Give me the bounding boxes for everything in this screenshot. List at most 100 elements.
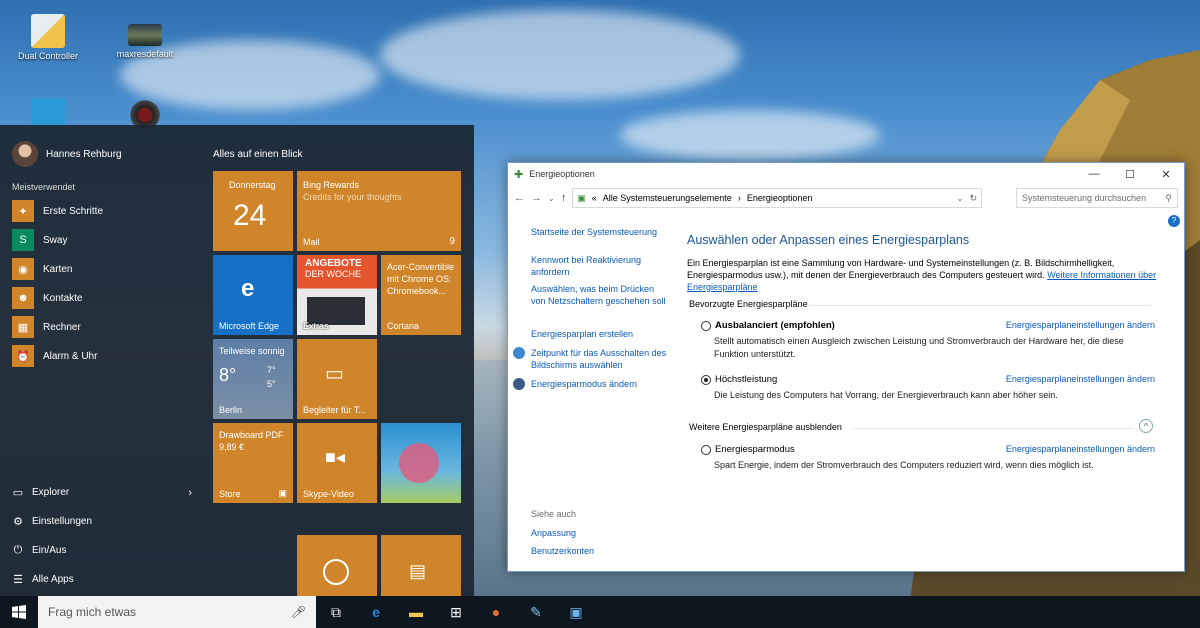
bottom-label: Einstellungen [32, 516, 93, 527]
tile-store[interactable]: Drawboard PDF 9,89 € Store ▣ [213, 423, 293, 503]
change-plan-link[interactable]: Energiesparplaneinstellungen ändern [1006, 374, 1155, 384]
phone-laptop-icon: ▭ [325, 363, 344, 385]
plan-description: Spart Energie, indem der Stromverbrauch … [714, 460, 1094, 470]
plan-description: Stellt automatisch einen Ausgleich zwisc… [714, 336, 1124, 359]
tile-label: Begleiter für T... [303, 405, 366, 415]
store-icon[interactable]: ⊞ [436, 596, 476, 628]
edge-icon[interactable]: e [356, 596, 396, 628]
maps-pin-icon[interactable]: ● [476, 596, 516, 628]
tile-movies[interactable]: ▤ [381, 535, 461, 596]
start-alle-apps[interactable]: ☰ Alle Apps [12, 573, 74, 586]
explorer-icon[interactable]: ▬ [396, 596, 436, 628]
start-menu-left-pane: Hannes Rehburg Meistverwendet ✦ Erste Sc… [0, 125, 200, 596]
weather-city: Berlin [219, 405, 243, 415]
breadcrumb-item[interactable]: Alle Systemsteuerungselemente [603, 193, 732, 203]
minimize-button[interactable]: — [1076, 168, 1112, 181]
nav-link[interactable]: Kennwort bei Reaktivierung anfordern [531, 254, 669, 278]
tile-calendar[interactable]: Donnerstag 24 [213, 171, 293, 251]
task-view-icon[interactable]: ⧉ [316, 596, 356, 628]
close-button[interactable]: ✕ [1148, 168, 1184, 181]
clapperboard-icon: ▤ [409, 561, 427, 581]
refresh-icon[interactable]: ↻ [970, 193, 978, 204]
see-also-link[interactable]: Anpassung [531, 527, 669, 539]
app-label: Erste Schritte [43, 205, 104, 217]
see-also-link[interactable]: Benutzerkonten [531, 545, 669, 557]
up-arrow-icon[interactable]: ↑ [561, 192, 567, 204]
maximize-button[interactable]: ☐ [1112, 168, 1148, 181]
change-plan-link[interactable]: Energiesparplaneinstellungen ändern [1006, 444, 1155, 454]
bottom-label: Ein/Aus [32, 545, 67, 556]
store-app-name: Drawboard PDF [219, 430, 284, 440]
cloud [380, 10, 740, 100]
tile-angebote[interactable]: ANGEBOTE DER WOCHE Extras [297, 255, 377, 335]
people-icon: ☻ [12, 287, 34, 309]
start-einstellungen[interactable]: ⚙ Einstellungen [12, 515, 92, 528]
search-input[interactable]: Frag mich etwas 🎤︎ [38, 596, 316, 628]
tile-mail[interactable]: Bing Rewards Credits for your thoughts Ma… [297, 171, 461, 251]
change-plan-link[interactable]: Energiesparplaneinstellungen ändern [1006, 320, 1155, 330]
hide-more-plans-title[interactable]: Weitere Energiesparpläne ausblenden [689, 422, 842, 432]
radio-balanced[interactable] [701, 320, 711, 331]
battery-plug-icon: ✚ [514, 168, 524, 181]
nav-link[interactable]: Startseite der Systemsteuerung [531, 226, 669, 238]
tile-groove[interactable] [297, 535, 377, 596]
chevron-down-icon[interactable]: ⌄ [956, 193, 964, 204]
app-alarm-uhr[interactable]: ⏰ Alarm & Uhr [12, 345, 97, 367]
app-sway[interactable]: S Sway [12, 229, 67, 251]
search-icon: ⚲ [1165, 192, 1172, 203]
tile-skype-video[interactable]: ■◂ Skype-Video [297, 423, 377, 503]
plan-power-saver[interactable]: Energiesparmodus [701, 444, 795, 455]
power-icon: ⏻ [13, 544, 23, 556]
breadcrumb-item[interactable]: Energieoptionen [747, 193, 813, 203]
recent-dropdown-icon[interactable]: ⌄ [548, 194, 555, 203]
radio-high-performance[interactable] [701, 374, 711, 385]
help-icon[interactable]: ? [1168, 215, 1180, 227]
start-button[interactable] [0, 596, 38, 628]
app-erste-schritte[interactable]: ✦ Erste Schritte [12, 200, 103, 222]
moon-icon [513, 378, 525, 390]
app-karten[interactable]: ◉ Karten [12, 258, 72, 280]
window-titlebar[interactable]: ✚ Energieoptionen — ☐ ✕ [508, 163, 1184, 185]
app-label: Kontakte [43, 292, 83, 304]
nav-link[interactable]: Auswählen, was beim Drücken von Netzscha… [531, 283, 669, 307]
control-panel-icon[interactable]: ▣ [556, 596, 596, 628]
bottom-label: Alle Apps [32, 574, 74, 585]
start-ein-aus[interactable]: ⏻ Ein/Aus [12, 544, 67, 557]
chevron-right-icon[interactable]: › [188, 487, 192, 499]
app-label: Rechner [43, 321, 81, 333]
store-app-title: Drawboard PDF 9,89 € [219, 429, 284, 453]
nav-link[interactable]: Zeitpunkt für das Ausschalten des Bildsc… [531, 347, 669, 371]
page-title: Auswählen oder Anpassen eines Energiespa… [687, 233, 970, 247]
microphone-icon[interactable]: 🎤︎ [291, 605, 306, 619]
tile-label: Store [219, 489, 241, 499]
app-kontakte[interactable]: ☻ Kontakte [12, 287, 82, 309]
desktop-icon-dual-controller[interactable]: Dual Controller [3, 14, 93, 61]
start-explorer[interactable]: ▭ Explorer › [12, 486, 192, 500]
angebote-line1: ANGEBOTE [305, 258, 362, 269]
tile-weather[interactable]: Teilweise sonnig 8° 7° 5° Berlin [213, 339, 293, 419]
app-rechner[interactable]: ▦ Rechner [12, 316, 81, 338]
most-used-title: Meistverwendet [12, 182, 76, 192]
list-icon: ☰ [13, 574, 23, 586]
paint-icon[interactable]: ✎ [516, 596, 556, 628]
plan-balanced[interactable]: Ausbalanciert (empfohlen) [701, 320, 835, 331]
forward-arrow-icon[interactable]: → [531, 192, 542, 204]
collapse-chevron-icon[interactable]: ^ [1139, 419, 1153, 433]
address-bar[interactable]: ▣ « Alle Systemsteuerungselemente › Ener… [572, 188, 983, 208]
search-placeholder: Frag mich etwas [48, 605, 137, 619]
tile-begleiter[interactable]: ▭ Begleiter für T... [297, 339, 377, 419]
search-input[interactable]: Systemsteuerung durchsuchen ⚲ [1016, 188, 1178, 208]
user-account[interactable]: Hannes Rehburg [12, 141, 122, 167]
nav-link[interactable]: Energiesparplan erstellen [531, 328, 669, 340]
breadcrumb-overflow[interactable]: « [592, 193, 597, 203]
back-arrow-icon[interactable]: ← [514, 192, 525, 204]
tile-cortana[interactable]: Acer-Convertible mit Chrome OS: Chromebo… [381, 255, 461, 335]
desktop-icon-maxresdefault[interactable]: maxresdefault [100, 14, 190, 59]
radio-power-saver[interactable] [701, 444, 711, 455]
tile-game[interactable] [381, 423, 461, 503]
tile-edge[interactable]: e Microsoft Edge [213, 255, 293, 335]
nav-link[interactable]: Energiesparmodus ändern [531, 378, 669, 390]
alarm-clock-icon: ⏰ [12, 345, 34, 367]
plan-high-performance[interactable]: Höchstleistung [701, 374, 777, 385]
groove-music-icon [323, 559, 349, 585]
